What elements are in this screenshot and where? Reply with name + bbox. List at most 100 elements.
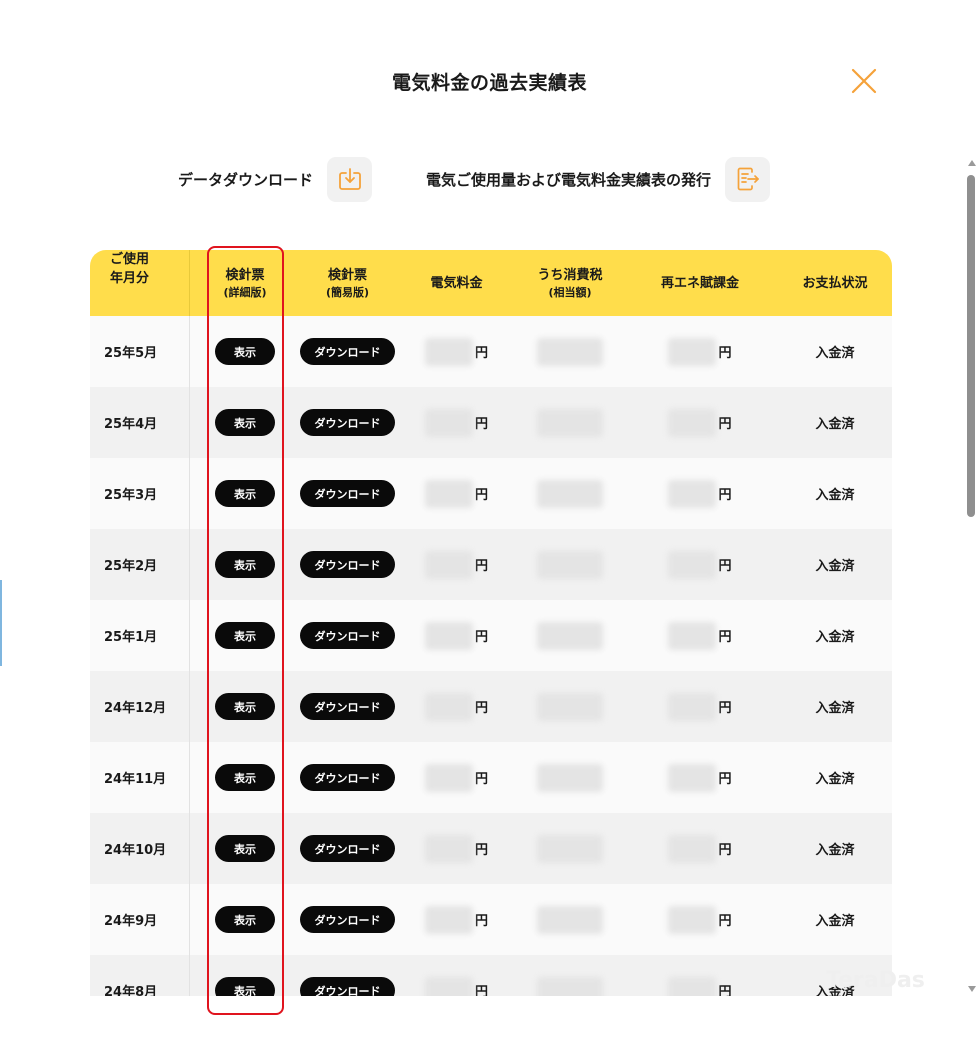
payment-status-text: 入金済 [815,914,855,929]
tax-value-redacted [537,763,603,792]
download-button[interactable]: ダウンロード [300,693,395,720]
download-button[interactable]: ダウンロード [300,764,395,791]
tax-cell [518,529,622,600]
action-bar: データダウンロード 電気ご使用量および電気料金実績表の発行 [0,156,979,202]
header-meter-detail-sub: (詳細版) [223,286,267,299]
meter-simple-cell: ダウンロード [300,458,395,529]
charge-value-redacted [424,337,473,366]
usage-month-text: 24年8月 [104,985,158,996]
show-button[interactable]: 表示 [215,622,275,649]
charge-value-redacted [424,834,473,863]
scroll-down-arrow-icon[interactable] [968,986,976,992]
payment-status-cell: 入金済 [778,671,892,742]
issue-report-button[interactable]: 電気ご使用量および電気料金実績表の発行 [426,156,771,202]
renewable-cell: 円 [622,955,778,996]
tax-value-redacted [537,337,603,366]
header-tax-sub: (相当額) [548,286,592,299]
payment-status-text: 入金済 [815,559,855,574]
download-button[interactable]: ダウンロード [300,480,395,507]
show-button[interactable]: 表示 [215,977,275,996]
header-meter-simple-sub: (簡易版) [325,286,370,299]
charge-value-redacted [424,692,473,721]
tax-value-redacted [537,976,603,996]
download-button[interactable]: ダウンロード [300,977,395,996]
history-table: ご使用 年月分 検針票 (詳細版) 検針票 (簡易版) 電気料金 うち消費税 (… [90,250,892,996]
charge-cell: 円 [395,813,518,884]
tax-cell [518,884,622,955]
usage-month-text: 24年10月 [104,843,167,858]
meter-detail-cell: 表示 [190,529,300,600]
charge-value-redacted [424,621,473,650]
header-charge: 電気料金 [395,250,518,316]
download-button[interactable]: ダウンロード [300,551,395,578]
renewable-value-redacted [668,834,717,863]
header-usage-month-line1: ご使用 [110,252,150,267]
payment-status-text: 入金済 [815,701,855,716]
download-button[interactable]: ダウンロード [300,906,395,933]
charge-cell: 円 [395,671,518,742]
usage-month-text: 25年3月 [104,488,158,503]
watermark-logo: TeraDas [826,968,925,993]
charge-cell: 円 [395,529,518,600]
show-button[interactable]: 表示 [215,764,275,791]
charge-cell: 円 [395,458,518,529]
usage-month-text: 25年4月 [104,417,158,432]
renewable-cell: 円 [622,458,778,529]
yen-unit: 円 [718,346,732,361]
show-button[interactable]: 表示 [215,693,275,720]
download-button[interactable]: ダウンロード [300,622,395,649]
usage-month-cell: 25年4月 [90,387,190,458]
table-row: 25年5月 表示 ダウンロード 円 円 入金済 [90,316,892,387]
close-button[interactable] [849,66,879,96]
tax-cell [518,316,622,387]
download-button[interactable]: ダウンロード [300,409,395,436]
close-icon [851,68,877,94]
show-button[interactable]: 表示 [215,338,275,365]
charge-value-redacted [424,550,473,579]
payment-status-cell: 入金済 [778,458,892,529]
yen-unit: 円 [718,843,732,858]
header-usage-month: ご使用 年月分 [90,250,190,316]
yen-unit: 円 [474,630,488,645]
header-meter-detail-label: 検針票 [225,268,265,283]
header-usage-month-line2: 年月分 [110,271,150,286]
header-renewable: 再エネ賦課金 [622,250,778,316]
show-button[interactable]: 表示 [215,835,275,862]
yen-unit: 円 [718,488,732,503]
meter-detail-cell: 表示 [190,742,300,813]
renewable-cell: 円 [622,813,778,884]
scrollbar-thumb[interactable] [967,175,975,517]
download-button[interactable]: ダウンロード [300,835,395,862]
show-button[interactable]: 表示 [215,551,275,578]
payment-status-text: 入金済 [815,346,855,361]
meter-simple-cell: ダウンロード [300,529,395,600]
payment-status-text: 入金済 [815,772,855,787]
show-button[interactable]: 表示 [215,409,275,436]
renewable-value-redacted [668,621,717,650]
show-button[interactable]: 表示 [215,906,275,933]
yen-unit: 円 [474,843,488,858]
meter-simple-cell: ダウンロード [300,742,395,813]
meter-detail-cell: 表示 [190,955,300,996]
charge-cell: 円 [395,600,518,671]
scroll-up-arrow-icon[interactable] [968,160,976,166]
tax-cell [518,742,622,813]
header-renewable-label: 再エネ賦課金 [660,275,739,291]
show-button[interactable]: 表示 [215,480,275,507]
meter-simple-cell: ダウンロード [300,884,395,955]
data-download-label: データダウンロード [178,170,314,189]
yen-unit: 円 [474,346,488,361]
renewable-value-redacted [668,976,717,996]
yen-unit: 円 [474,914,488,929]
header-payment: お支払状況 [778,250,892,316]
meter-simple-cell: ダウンロード [300,316,395,387]
data-download-button[interactable]: データダウンロード [178,156,373,202]
yen-unit: 円 [474,488,488,503]
download-button[interactable]: ダウンロード [300,338,395,365]
usage-month-text: 25年5月 [104,346,158,361]
meter-detail-cell: 表示 [190,671,300,742]
yen-unit: 円 [718,701,732,716]
table-row: 24年10月 表示 ダウンロード 円 円 入金済 [90,813,892,884]
yen-unit: 円 [718,559,732,574]
yen-unit: 円 [718,914,732,929]
